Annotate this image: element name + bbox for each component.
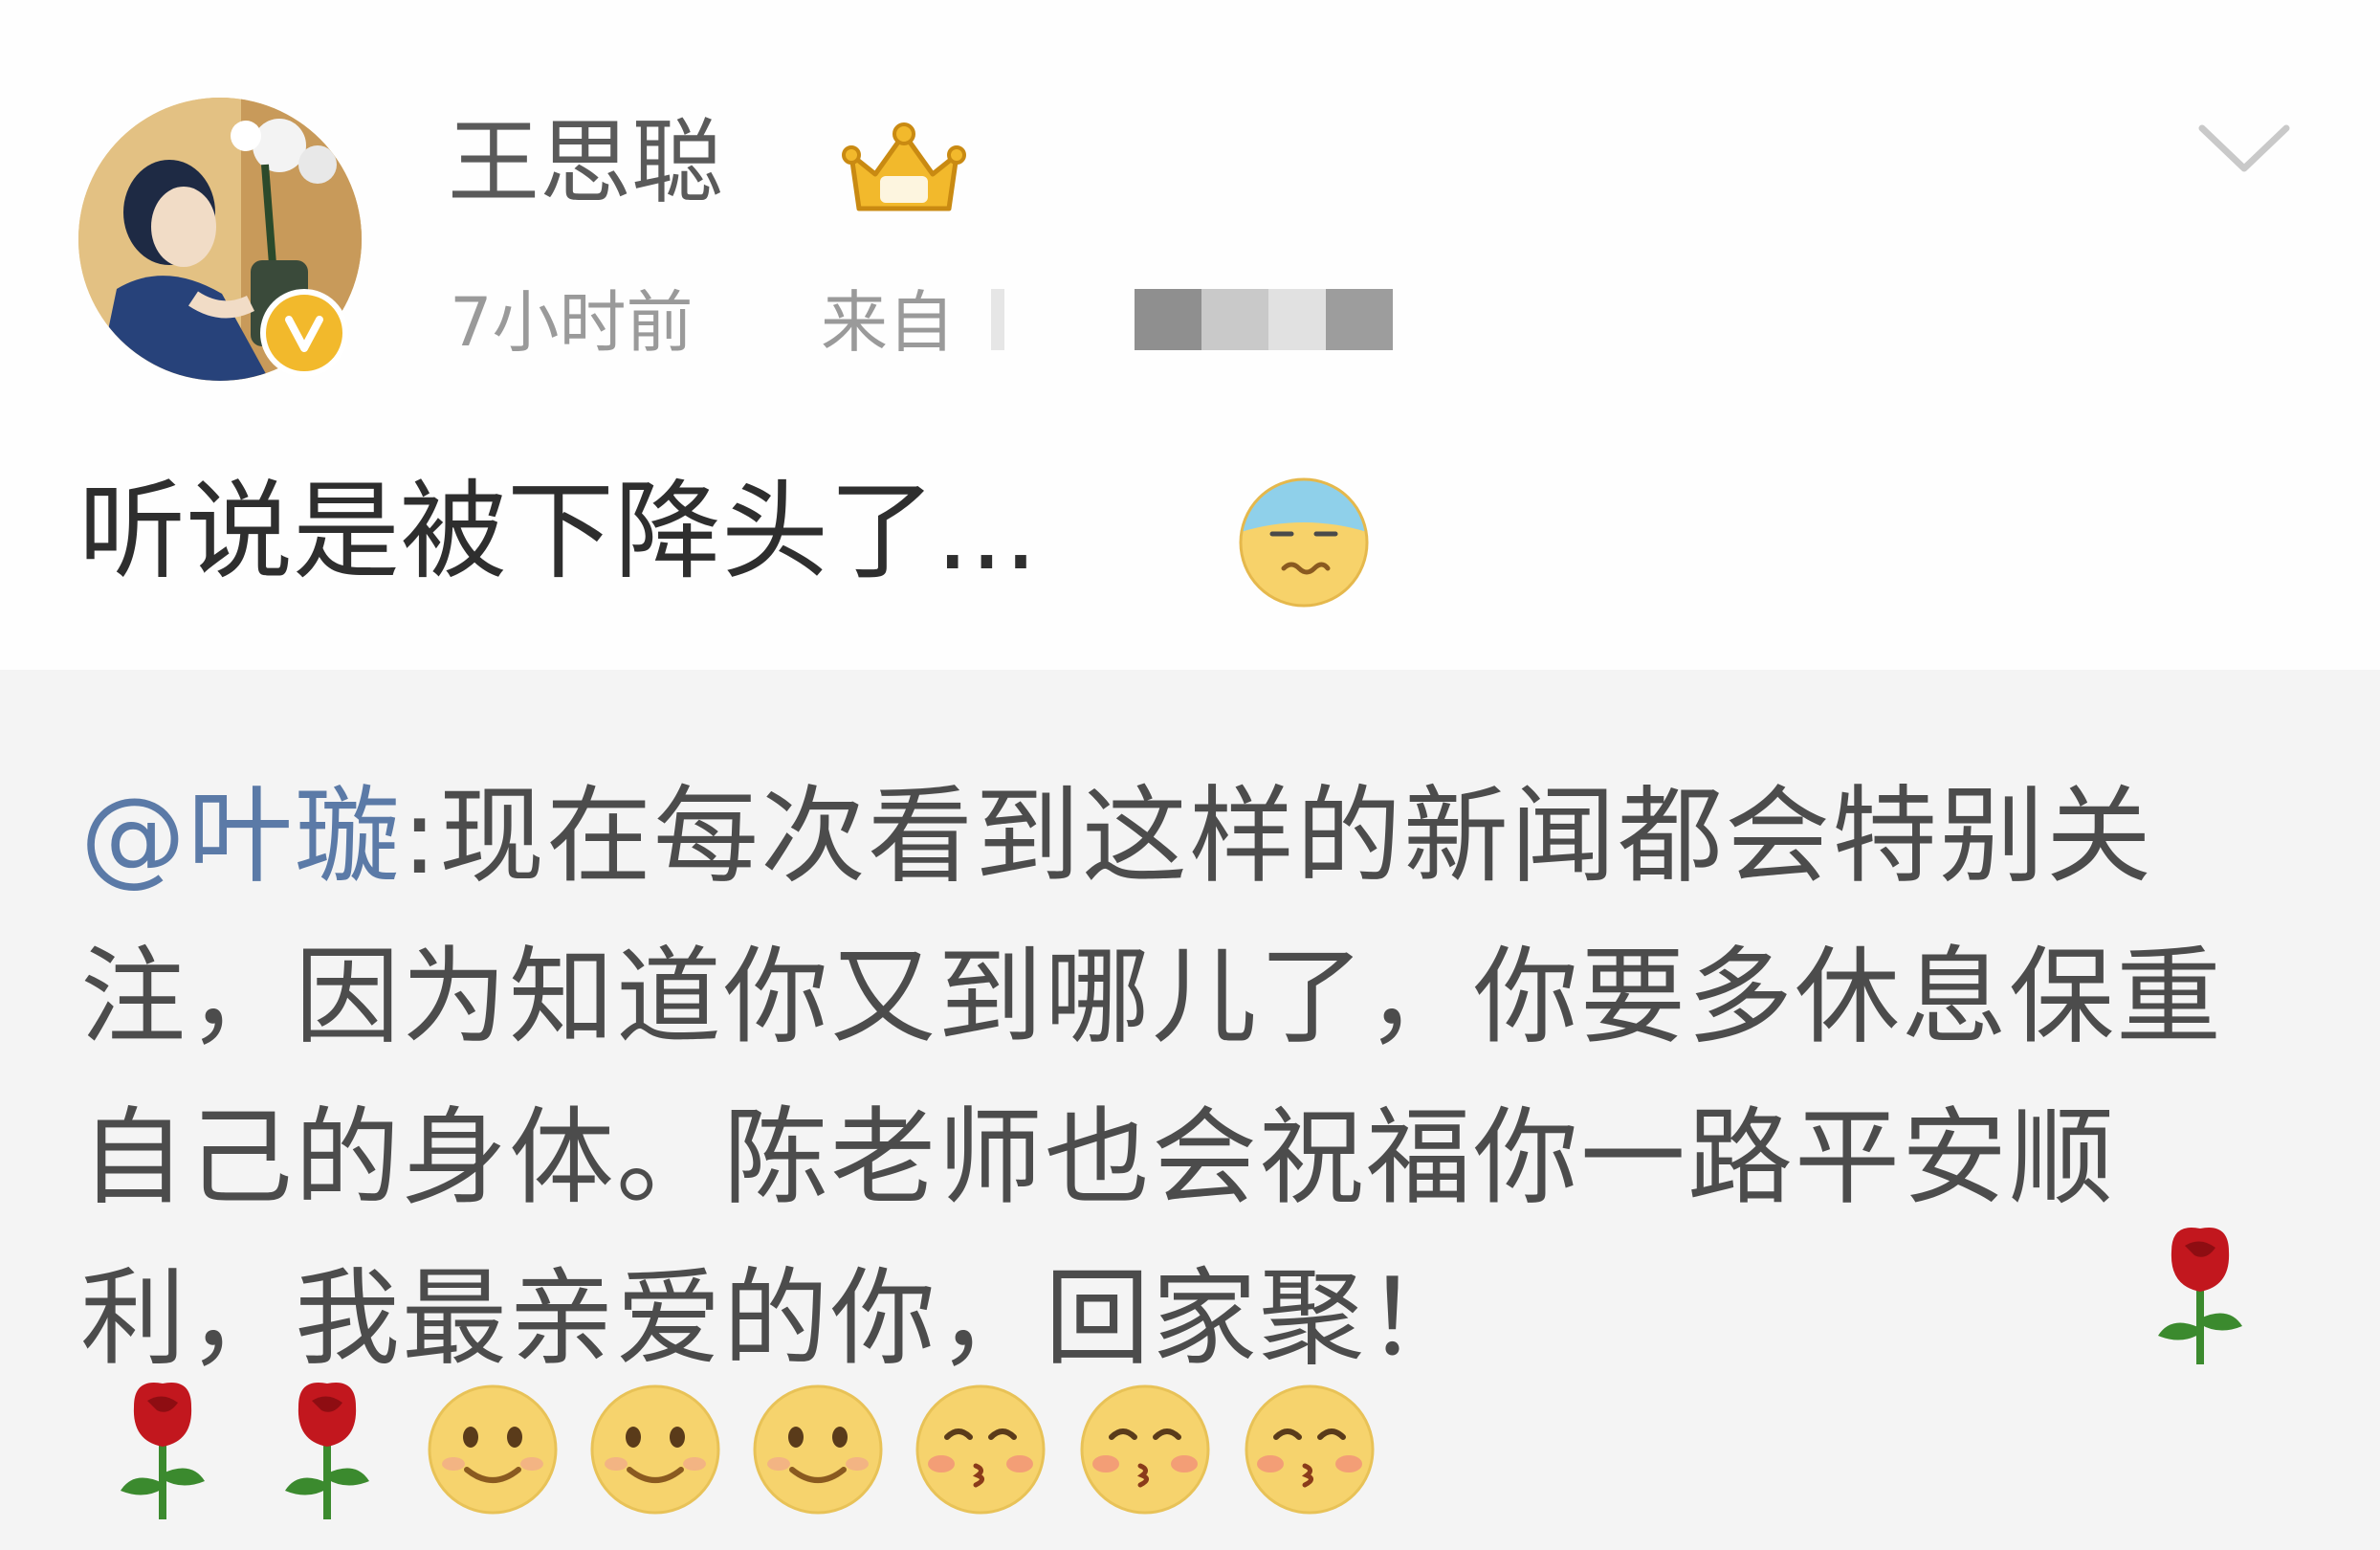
rose-emoji-icon	[285, 1383, 369, 1519]
rose-emoji-icon	[121, 1383, 205, 1519]
kiss-emoji-icon	[915, 1384, 1046, 1515]
verified-v-badge-icon	[260, 289, 348, 377]
emoji-row	[105, 1378, 1444, 1531]
source-label: 来自	[821, 283, 955, 362]
post-header: 王思聪 7小时前 来自 听说是被下降头了...	[0, 0, 2380, 670]
rose-emoji-icon	[2158, 1228, 2242, 1364]
post-text: 听说是被下降头了...	[78, 470, 1038, 594]
kiss-emoji-icon	[1080, 1384, 1210, 1515]
smile-emoji-icon	[428, 1384, 558, 1515]
source-censored-mosaic	[991, 283, 1421, 360]
chevron-down-icon[interactable]	[2196, 115, 2292, 182]
smile-emoji-icon	[590, 1384, 720, 1515]
username[interactable]: 王思聪	[448, 117, 723, 209]
post-time: 7小时前	[450, 283, 694, 362]
mention-link[interactable]: @叶璇	[80, 775, 402, 897]
smile-emoji-icon	[753, 1384, 883, 1515]
repost-text: @叶璇:现在每次看到这样的新闻都会特别关注，因为知道你又到哪儿了，你要多休息保重…	[80, 756, 2319, 1399]
repost-body: :现在每次看到这样的新闻都会特别关注，因为知道你又到哪儿了，你要多休息保重自己的…	[80, 775, 2223, 1380]
cold-sweat-emoji-icon	[1239, 477, 1369, 608]
vip-crown-icon[interactable]	[842, 117, 966, 222]
kiss-emoji-icon	[1245, 1384, 1375, 1515]
